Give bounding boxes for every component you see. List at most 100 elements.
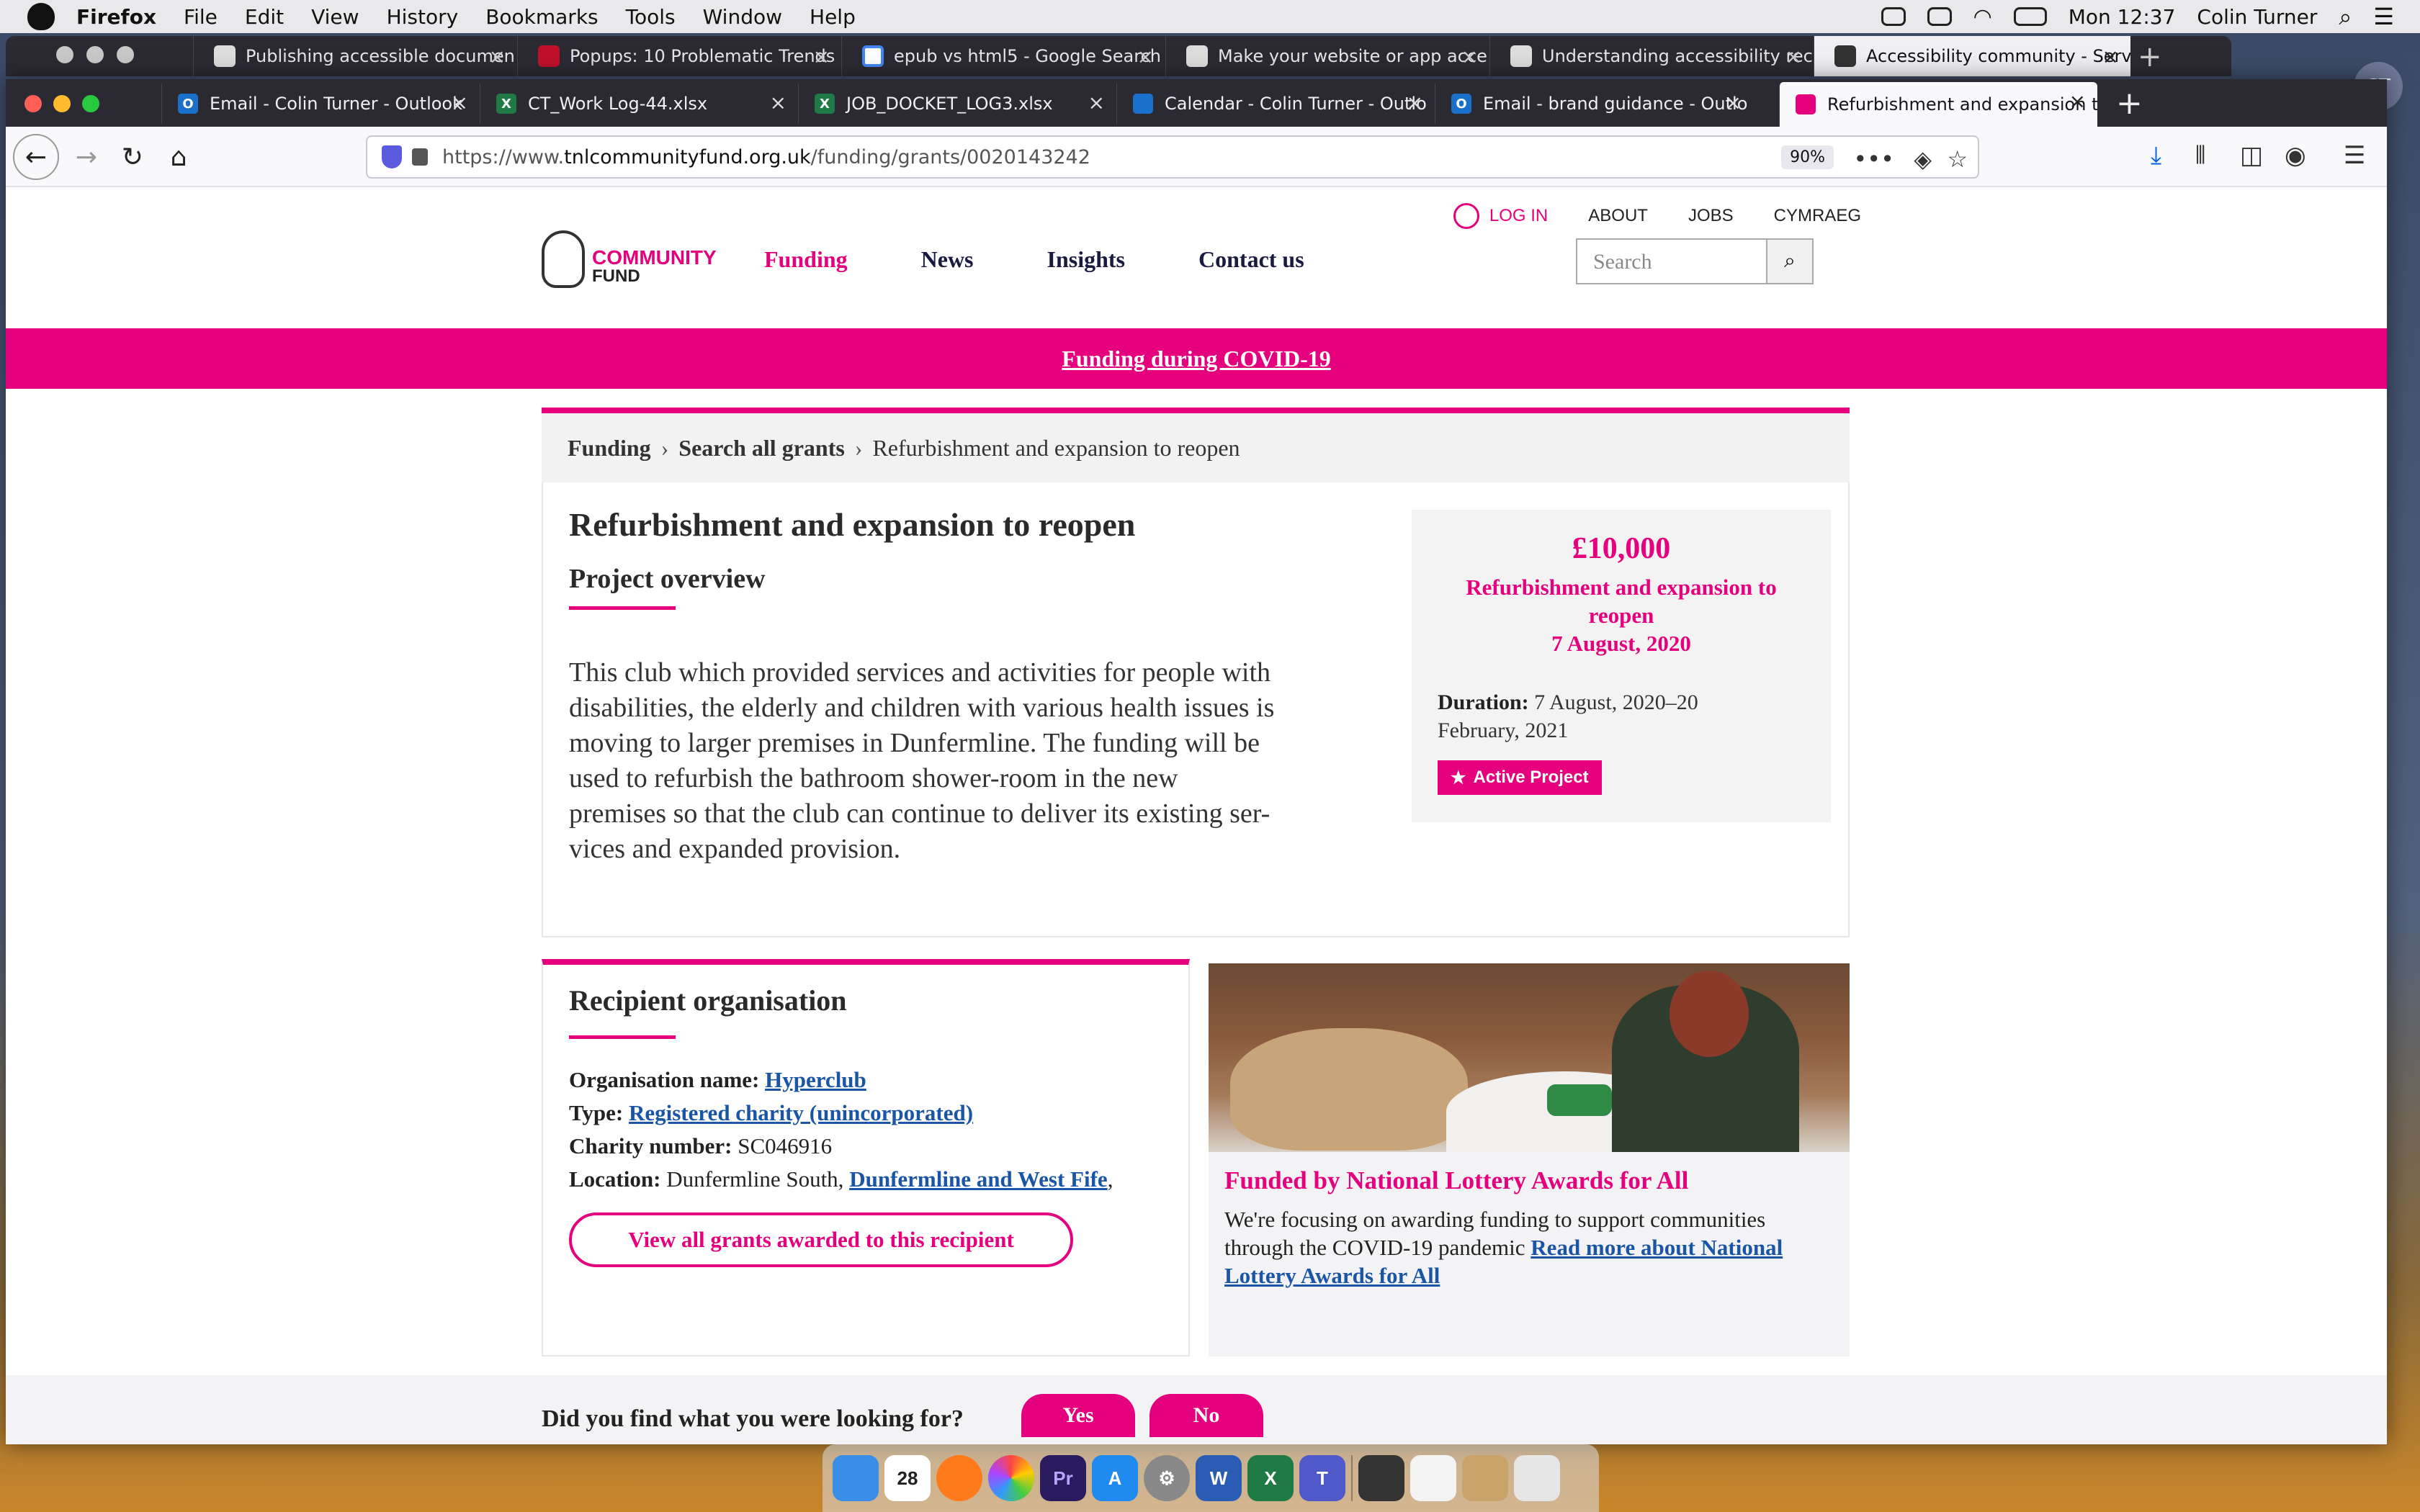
more-actions-icon[interactable]: ••• [1853,145,1894,173]
trash-icon[interactable] [1514,1455,1560,1501]
tab-email-outlook[interactable]: O Email - Colin Turner - Outlook × [161,84,480,124]
close-icon[interactable]: × [1137,45,1154,68]
close-icon[interactable]: × [1725,91,1742,114]
system-preferences-icon[interactable]: ⚙ [1144,1455,1190,1501]
forward-arrow-icon[interactable]: → [66,137,107,177]
cymraeg-link[interactable]: CYMRAEG [1774,206,1861,226]
menu-help[interactable]: Help [810,5,856,29]
zoom-window-button[interactable] [82,95,99,112]
address-bar[interactable]: https://www. tnlcommunityfund.org.uk/fund… [366,135,1979,179]
teams-icon[interactable]: T [1299,1455,1345,1501]
premiere-icon[interactable]: Pr [1040,1455,1086,1501]
close-icon[interactable]: × [2102,45,2119,68]
acrobat-icon[interactable] [1358,1455,1404,1501]
menu-bookmarks[interactable]: Bookmarks [485,5,598,29]
feedback-yes-button[interactable]: Yes [1021,1394,1135,1437]
breadcrumb-funding[interactable]: Funding [568,435,651,462]
lock-icon[interactable] [412,148,428,166]
community-fund-logo[interactable]: COMMUNITY FUND [542,230,717,288]
tab-job-docket[interactable]: X JOB_DOCKET_LOG3.xlsx × [798,84,1116,124]
pocket-icon[interactable]: ◈ [1914,145,1932,173]
location-link[interactable]: Dunfermline and West Fife [849,1166,1108,1192]
menu-tools[interactable]: Tools [626,5,676,29]
close-icon[interactable]: × [1088,91,1105,114]
home-icon[interactable]: ⌂ [158,137,199,177]
menu-edit[interactable]: Edit [245,5,284,29]
feedback-no-button[interactable]: No [1150,1394,1263,1437]
background-tab-active[interactable]: Accessibility community - Servi × [1814,36,2130,76]
calendar-app-icon[interactable]: 28 [884,1455,931,1501]
back-arrow-icon[interactable]: ← [13,134,59,180]
zoom-level-badge[interactable]: 90% [1781,145,1834,169]
background-tab[interactable]: Popups: 10 Problematic Trends × [517,36,841,76]
close-icon[interactable]: × [1407,91,1423,114]
nav-funding[interactable]: Funding [764,246,848,273]
tracking-protection-shield-icon[interactable] [382,145,402,168]
battery-icon[interactable] [2013,7,2047,26]
organisation-name-link[interactable]: Hyperclub [765,1067,866,1092]
nav-contact-us[interactable]: Contact us [1198,246,1304,273]
login-link[interactable]: LOG IN [1453,203,1548,229]
photos-icon[interactable] [988,1455,1034,1501]
menu-file[interactable]: File [184,5,218,29]
view-all-grants-button[interactable]: View all grants awarded to this recipien… [569,1212,1073,1267]
nng-icon [538,45,560,67]
new-tab-icon[interactable]: + [2138,40,2162,73]
hamburger-menu-icon[interactable]: ☰ [2344,141,2365,170]
document-icon[interactable] [1410,1455,1456,1501]
background-tab[interactable]: Understanding accessibility rec × [1489,36,1814,76]
jobs-link[interactable]: JOBS [1688,206,1734,226]
excel-icon[interactable]: X [1247,1455,1294,1501]
search-icon[interactable]: ⌕ [1766,240,1812,283]
menu-app-name[interactable]: Firefox [76,5,156,29]
about-link[interactable]: ABOUT [1588,206,1648,226]
funded-by-panel: Funded by National Lottery Awards for Al… [1209,963,1850,1356]
downloads-icon[interactable]: ⤓ [2151,141,2161,170]
bookmark-star-icon[interactable]: ☆ [1947,145,1968,173]
sidebar-icon[interactable]: ◫ [2240,141,2263,170]
breadcrumb-search-all-grants[interactable]: Search all grants [678,435,845,462]
menu-history[interactable]: History [387,5,459,29]
tab-email-brand-guidance[interactable]: O Email - brand guidance - Outlo × [1435,84,1753,124]
menu-clock[interactable]: Mon 12:37 [2069,5,2176,29]
account-icon[interactable]: ◉ [2285,141,2306,170]
downloads-folder-icon[interactable] [1462,1455,1508,1501]
close-icon[interactable]: × [813,45,830,68]
close-icon[interactable]: × [770,91,786,114]
new-tab-icon[interactable]: + [2116,85,2143,122]
background-tab[interactable]: Make your website or app acce × [1165,36,1489,76]
control-center-icon[interactable]: ☰ [2373,3,2394,30]
spotlight-search-icon[interactable]: ⌕ [2339,3,2352,31]
tab-refurbishment-active[interactable]: Refurbishment and expansion to × [1779,82,2097,127]
close-icon[interactable]: × [1461,45,1478,68]
close-icon[interactable]: × [452,91,468,114]
minimize-window-button[interactable] [53,95,71,112]
reload-icon[interactable]: ↻ [112,137,153,177]
firefox-icon[interactable] [936,1455,982,1501]
library-icon[interactable]: ⫴ [2195,141,2205,170]
close-window-button[interactable] [24,95,42,112]
organisation-type-link[interactable]: Registered charity (unincorporated) [629,1100,973,1125]
close-icon[interactable]: × [2069,89,2086,113]
creative-cloud-icon[interactable] [1881,7,1906,26]
nav-insights[interactable]: Insights [1047,246,1126,273]
close-icon[interactable]: × [1785,45,1802,68]
finder-icon[interactable] [833,1455,879,1501]
word-icon[interactable]: W [1196,1455,1242,1501]
nav-news[interactable]: News [921,246,974,273]
tab-ct-work-log[interactable]: X CT_Work Log-44.xlsx × [480,84,798,124]
menu-user[interactable]: Colin Turner [2197,5,2317,29]
cloud-icon[interactable] [1927,7,1952,26]
app-store-icon[interactable]: A [1092,1455,1138,1501]
covid-funding-banner-link[interactable]: Funding during COVID-19 [6,328,2387,389]
tab-calendar[interactable]: Calendar - Colin Turner - Outlo × [1116,84,1435,124]
apple-icon[interactable] [27,3,55,30]
close-icon[interactable]: × [489,45,506,68]
background-tab[interactable]: Publishing accessible documen × [193,36,517,76]
menu-window[interactable]: Window [703,5,782,29]
project-overview-heading: Project overview [569,564,766,594]
background-tab[interactable]: epub vs html5 - Google Search × [841,36,1165,76]
search-input[interactable]: Search [1577,240,1766,283]
menu-view[interactable]: View [311,5,359,29]
wifi-icon[interactable]: ◠ [1973,4,1992,30]
